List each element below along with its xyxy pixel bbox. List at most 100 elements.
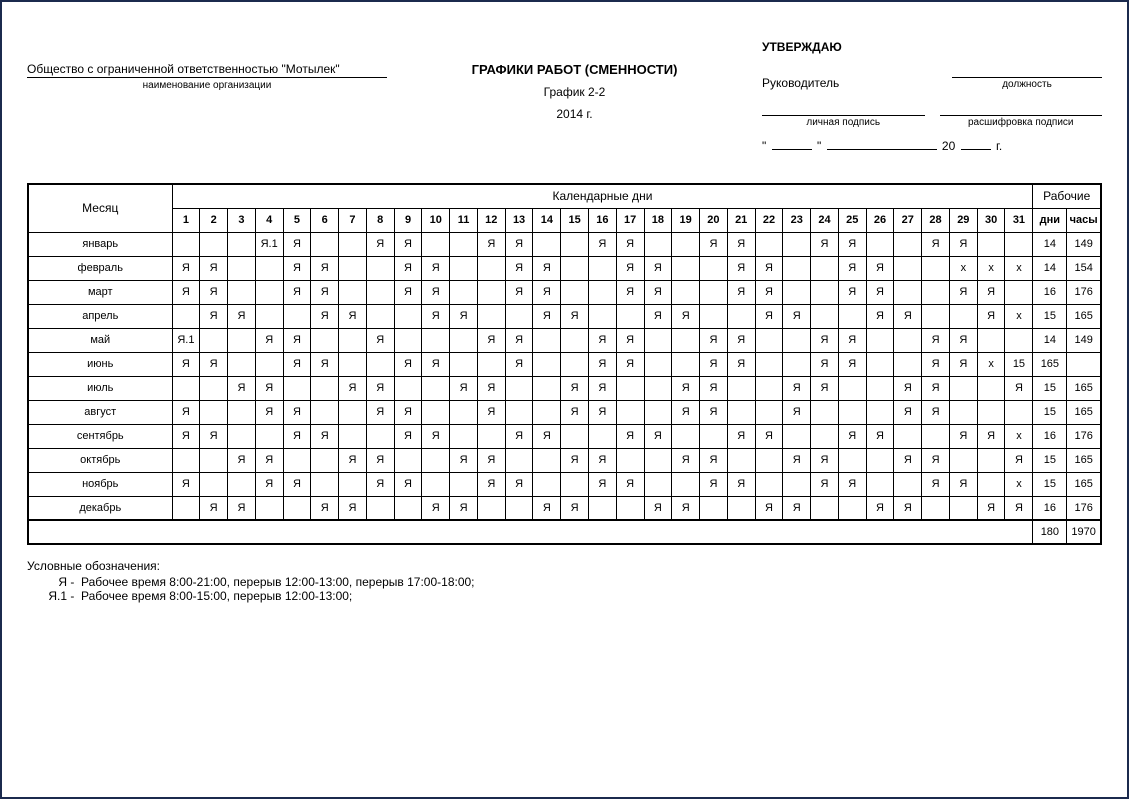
calendar-header: Календарные дни (172, 184, 1033, 208)
month-row: февральЯЯЯЯЯЯЯЯЯЯЯЯЯЯххх14154 (28, 256, 1101, 280)
day-cell: Я (422, 424, 450, 448)
day-cell: Я (922, 328, 950, 352)
day-cell: Я (838, 424, 866, 448)
days-sum-cell: 16 (1033, 424, 1067, 448)
day-cell (200, 328, 228, 352)
month-cell: сентябрь (28, 424, 172, 448)
day-cell: Я (200, 424, 228, 448)
work-header: Рабочие (1033, 184, 1101, 208)
day-cell (394, 376, 422, 400)
day-cell (922, 256, 950, 280)
day-cell: Я (283, 232, 311, 256)
day-cell: Я (783, 400, 811, 424)
day-cell (311, 448, 339, 472)
day-cell (477, 256, 505, 280)
day-cell (811, 496, 839, 520)
day-cell: Я (1005, 496, 1033, 520)
day-cell: Я (727, 472, 755, 496)
day-header-29: 29 (949, 208, 977, 232)
day-cell (783, 424, 811, 448)
month-row: январьЯ.1ЯЯЯЯЯЯЯЯЯЯЯЯЯ14149 (28, 232, 1101, 256)
day-header-21: 21 (727, 208, 755, 232)
day-cell (866, 376, 894, 400)
day-cell (228, 328, 256, 352)
day-cell (200, 376, 228, 400)
day-cell: Я (339, 376, 367, 400)
hours-sum-cell: 165 (1033, 352, 1067, 376)
month-header: Месяц (28, 184, 172, 232)
day-cell (588, 256, 616, 280)
hours-col-header: часы (1067, 208, 1101, 232)
day-cell: Я (505, 472, 533, 496)
day-cell: Я (505, 352, 533, 376)
day-cell: Я (644, 280, 672, 304)
date-quote-close: " (817, 139, 821, 153)
date-row: " " 20 г. (762, 136, 1102, 153)
day-cell (811, 280, 839, 304)
totals-row: 180 1970 (28, 520, 1101, 544)
day-cell: Я (588, 448, 616, 472)
day-cell: х (1005, 256, 1033, 280)
document-frame: Общество с ограниченной ответственностью… (0, 0, 1129, 799)
day-header-13: 13 (505, 208, 533, 232)
day-cell (450, 352, 478, 376)
day-cell (422, 328, 450, 352)
day-cell (283, 376, 311, 400)
day-header-9: 9 (394, 208, 422, 232)
day-cell (866, 472, 894, 496)
day-cell (477, 352, 505, 376)
day-cell (755, 376, 783, 400)
day-cell (894, 232, 922, 256)
day-cell (672, 472, 700, 496)
month-cell: июль (28, 376, 172, 400)
day-cell: Я (561, 400, 589, 424)
organization-name: Общество с ограниченной ответственностью… (27, 62, 387, 78)
legend-desc: Рабочее время 8:00-21:00, перерыв 12:00-… (81, 575, 475, 589)
day-cell: Я (255, 400, 283, 424)
year-label: 2014 г. (387, 107, 762, 121)
signature-field (762, 100, 925, 116)
day-cell (255, 496, 283, 520)
day-cell (311, 328, 339, 352)
day-header-11: 11 (450, 208, 478, 232)
day-cell: Я (505, 328, 533, 352)
day-cell: Я (727, 280, 755, 304)
day-cell: Я (700, 400, 728, 424)
day-cell (977, 448, 1005, 472)
day-cell: Я (172, 472, 200, 496)
day-cell (533, 232, 561, 256)
day-cell: Я (838, 352, 866, 376)
day-cell (228, 424, 256, 448)
day-cell (811, 400, 839, 424)
day-cell: Я (616, 472, 644, 496)
signature-block: личная подпись расшифровка подписи (762, 100, 1102, 128)
day-cell (977, 400, 1005, 424)
days-sum-cell: 14 (1033, 256, 1067, 280)
day-cell: Я (727, 256, 755, 280)
day-cell: Я (477, 472, 505, 496)
day-cell (922, 424, 950, 448)
day-header-12: 12 (477, 208, 505, 232)
day-cell: Я (783, 448, 811, 472)
day-cell: Я (949, 328, 977, 352)
day-cell (811, 256, 839, 280)
day-cell (783, 256, 811, 280)
day-cell: Я (811, 352, 839, 376)
day-header-10: 10 (422, 208, 450, 232)
day-header-15: 15 (561, 208, 589, 232)
day-cell: Я (755, 496, 783, 520)
day-cell (228, 280, 256, 304)
day-cell (200, 232, 228, 256)
day-cell (477, 496, 505, 520)
day-cell: Я (588, 328, 616, 352)
day-cell (949, 400, 977, 424)
day-cell: Я (172, 424, 200, 448)
day-cell (588, 424, 616, 448)
day-cell (339, 256, 367, 280)
month-row: июньЯЯЯЯЯЯЯЯЯЯЯЯЯЯЯх15165 (28, 352, 1101, 376)
day-cell (477, 304, 505, 328)
day-cell (1005, 328, 1033, 352)
day-cell: Я (644, 304, 672, 328)
header-right: УТВЕРЖДАЮ Руководитель должность личная … (762, 32, 1102, 153)
hours-sum-cell: 165 (1067, 376, 1101, 400)
